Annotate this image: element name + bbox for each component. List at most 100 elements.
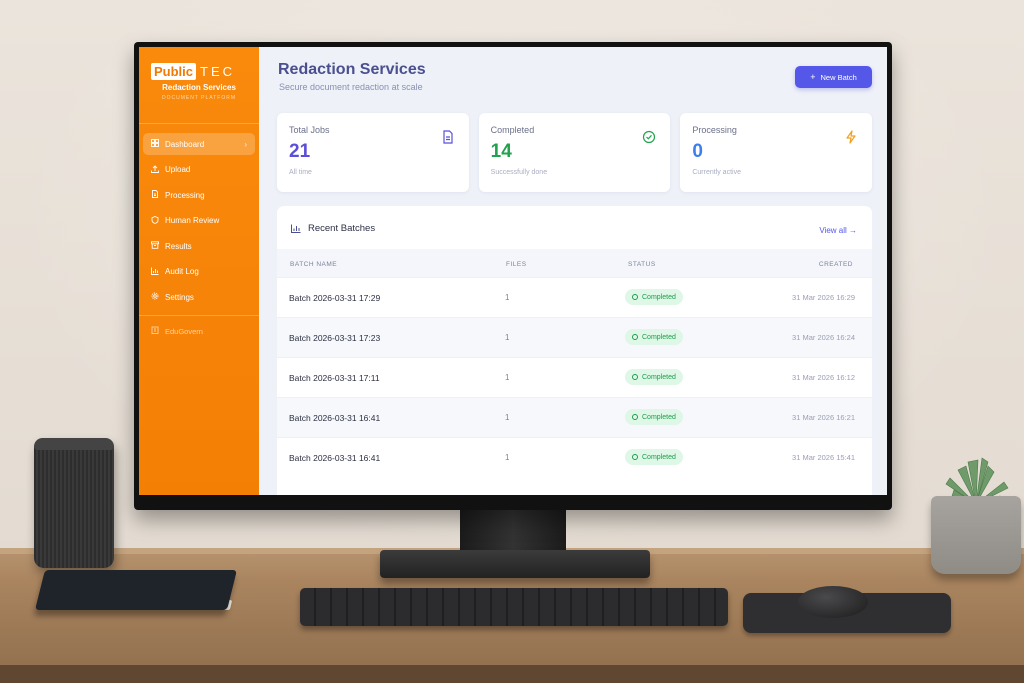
batch-name: Batch 2026-03-31 17:23 (289, 333, 381, 343)
sidebar-item-label: Results (165, 241, 192, 251)
stat-label: Completed (490, 125, 535, 135)
column-header-status[interactable]: STATUS (628, 261, 656, 268)
table-row[interactable]: Batch 2026-03-31 17:11 1 Completed 31 Ma… (277, 357, 872, 397)
stat-note: Successfully done (490, 169, 548, 176)
created-date: 31 Mar 2026 16:21 (792, 413, 855, 422)
org-link[interactable]: EduGovern (150, 326, 203, 336)
column-header-files[interactable]: FILES (506, 261, 527, 268)
notebook (35, 570, 237, 610)
table-row[interactable]: Batch 2026-03-31 17:23 1 Completed 31 Ma… (277, 317, 872, 357)
keyboard (300, 588, 728, 626)
batch-name: Batch 2026-03-31 17:11 (289, 373, 380, 383)
check-circle-icon (632, 414, 638, 420)
sidebar-item-label: Human Review (165, 216, 220, 225)
status-text: Completed (642, 413, 676, 421)
table-row[interactable]: Batch 2026-03-31 16:41 1 Completed 31 Ma… (277, 397, 872, 437)
stat-card-total-jobs: Total Jobs 21 All time (277, 113, 469, 192)
stat-label: Processing (692, 125, 737, 135)
upload-icon (150, 164, 160, 175)
main-content: Redaction Services Secure document redac… (259, 47, 887, 495)
sidebar-item-label: Dashboard (165, 139, 205, 149)
check-circle-icon (632, 334, 638, 340)
org-label: EduGovern (165, 326, 203, 336)
files-count: 1 (505, 293, 510, 302)
sidebar-item-dashboard[interactable]: Dashboard › (143, 133, 255, 155)
sidebar-item-label: Upload (165, 165, 191, 174)
sidebar-nav: Dashboard › Upload Processing Human Revi… (143, 133, 255, 312)
app-screen: Public TEC Redaction Services DOCUMENT P… (139, 47, 887, 495)
status-text: Completed (642, 293, 676, 301)
status-badge: Completed (625, 369, 683, 385)
view-all-link[interactable]: View all → (819, 226, 857, 235)
plus-icon: + (810, 72, 816, 82)
recent-batches-panel: Recent Batches View all → BATCH NAME FIL… (277, 206, 872, 495)
stat-value: 0 (692, 141, 703, 162)
brand-platform: DOCUMENT PLATFORM (161, 95, 237, 101)
logo-public: Public (151, 63, 197, 80)
brand-name: Redaction Services (162, 83, 236, 92)
batch-name: Batch 2026-03-31 17:29 (289, 293, 381, 303)
column-header-created[interactable]: CREATED (819, 261, 853, 268)
stat-value: 14 (490, 141, 512, 162)
table-header: BATCH NAME FILES STATUS CREATED (277, 249, 872, 277)
sidebar-item-upload[interactable]: Upload (143, 159, 255, 181)
panel-title: Recent Batches (291, 223, 375, 234)
created-date: 31 Mar 2026 16:12 (792, 373, 855, 382)
status-text: Completed (642, 373, 676, 381)
files-count: 1 (505, 373, 510, 382)
file-icon (150, 190, 160, 200)
sidebar-item-processing[interactable]: Processing (143, 184, 255, 206)
new-batch-button[interactable]: + New Batch (795, 66, 872, 88)
sidebar-item-label: Audit Log (165, 267, 199, 276)
created-date: 31 Mar 2026 15:41 (792, 453, 855, 462)
shield-icon (150, 215, 160, 226)
table-row[interactable]: Batch 2026-03-31 17:29 1 Completed 31 Ma… (277, 277, 872, 317)
status-badge: Completed (625, 289, 683, 305)
created-date: 31 Mar 2026 16:29 (792, 293, 855, 302)
sidebar-item-human-review[interactable]: Human Review (143, 210, 255, 232)
mouse (798, 586, 868, 618)
column-header-batch-name[interactable]: BATCH NAME (290, 261, 337, 268)
check-circle-icon (632, 294, 638, 300)
stat-label: Total Jobs (289, 125, 330, 135)
bar-chart-icon (291, 224, 301, 233)
sidebar-item-settings[interactable]: Settings (143, 286, 255, 308)
plant-pot (931, 496, 1021, 574)
status-text: Completed (642, 453, 676, 461)
panel-title-text: Recent Batches (308, 223, 376, 234)
created-date: 31 Mar 2026 16:24 (792, 333, 855, 342)
document-icon (443, 130, 453, 144)
stat-cards: Total Jobs 21 All time Completed 14 Succ… (277, 113, 873, 192)
files-count: 1 (505, 413, 510, 422)
files-count: 1 (505, 333, 510, 342)
stat-note: All time (289, 169, 312, 176)
monitor-stand-neck (460, 506, 566, 554)
page-title: Redaction Services (278, 61, 426, 78)
batch-name: Batch 2026-03-31 16:41 (289, 453, 381, 463)
status-badge: Completed (625, 329, 683, 345)
status-text: Completed (642, 333, 676, 341)
chevron-right-icon: › (244, 139, 247, 149)
batch-name: Batch 2026-03-31 16:41 (289, 413, 381, 423)
check-circle-icon (632, 454, 638, 460)
sidebar-item-audit-log[interactable]: Audit Log (143, 261, 255, 283)
stat-card-completed: Completed 14 Successfully done (478, 113, 671, 192)
new-batch-label: New Batch (820, 72, 857, 82)
sidebar-item-results[interactable]: Results (143, 235, 255, 257)
page-subtitle: Secure document redaction at scale (279, 82, 423, 92)
files-count: 1 (505, 453, 510, 462)
stat-value: 21 (289, 141, 311, 162)
desk-front (0, 665, 1024, 683)
logo: Public TEC (151, 63, 235, 80)
sidebar-item-label: Processing (165, 190, 205, 200)
archive-icon (150, 241, 160, 251)
table-row[interactable]: Batch 2026-03-31 16:41 1 Completed 31 Ma… (277, 437, 872, 477)
grid-icon (150, 139, 160, 149)
bar-chart-icon (150, 267, 160, 277)
sidebar-divider (139, 123, 259, 124)
gear-icon (150, 292, 160, 302)
sidebar-item-label: Settings (165, 292, 194, 302)
logo-tec: TEC (200, 64, 236, 79)
stat-card-processing: Processing 0 Currently active (680, 113, 873, 192)
monitor-stand-base (380, 550, 650, 578)
